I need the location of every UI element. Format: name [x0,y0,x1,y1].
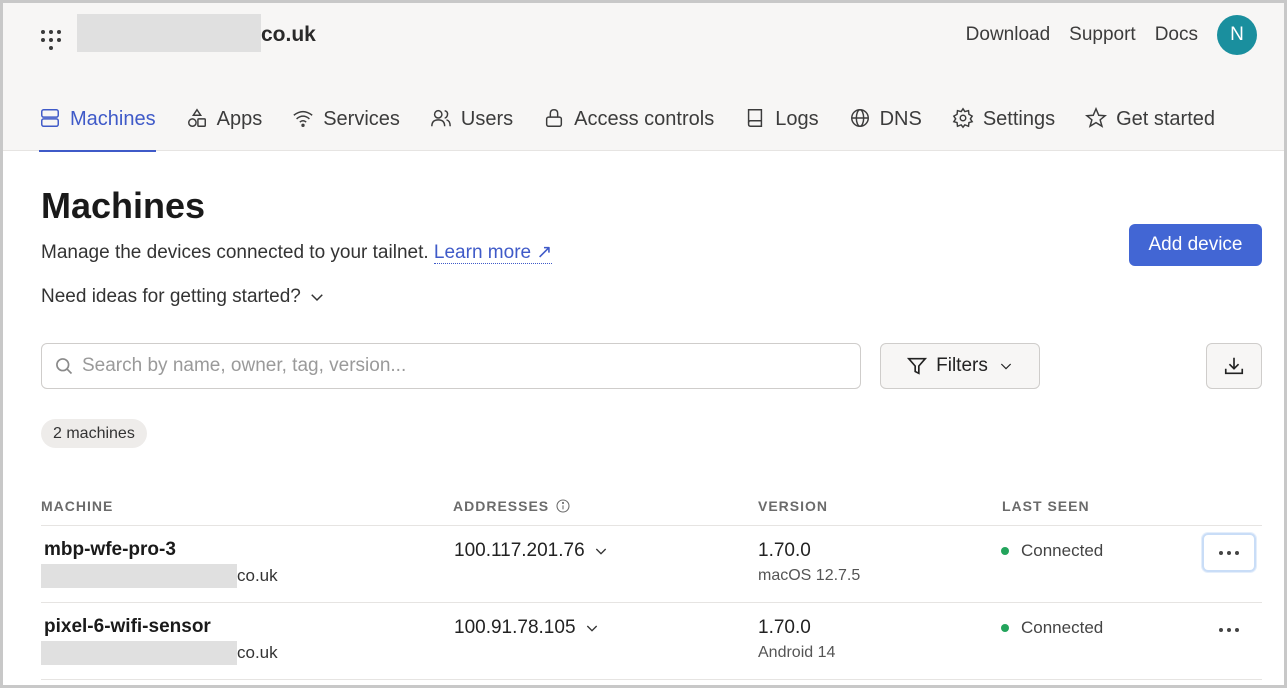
page-subtitle: Manage the devices connected to your tai… [41,241,553,264]
divider [41,679,1262,680]
learn-more-link[interactable]: Learn more ↗ [433,242,553,264]
tab-settings[interactable]: Settings [952,103,1055,151]
tab-label: Services [323,108,400,130]
status-badge: Connected [1001,541,1103,561]
machines-icon [41,109,59,127]
machine-name[interactable]: mbp-wfe-pro-3 [44,539,176,561]
tenant-domain-suffix: co.uk [261,23,316,46]
users-icon [431,109,451,127]
export-button[interactable] [1206,343,1262,389]
table-row[interactable]: mbp-wfe-pro-3 co.uk 100.117.201.76 1.70.… [3,525,1284,602]
tab-label: Get started [1116,108,1216,130]
ideas-toggle[interactable]: Need ideas for getting started? [41,286,326,308]
apps-icon [187,108,206,127]
star-icon [1085,107,1108,128]
table-row[interactable]: pixel-6-wifi-sensor co.uk 100.91.78.105 … [3,602,1284,679]
machine-domain-suffix: co.uk [237,566,278,585]
top-links: Download Support Docs N [947,15,1257,55]
more-options-button[interactable] [1202,610,1256,649]
machine-version: 1.70.0 [758,617,811,638]
machine-count-badge: 2 machines [41,419,147,448]
search-box [41,343,861,389]
tab-label: Users [460,108,514,130]
status-dot [1001,624,1009,632]
filter-icon [907,357,928,375]
tenant-name-redacted [77,14,261,52]
avatar[interactable]: N [1217,15,1257,55]
machine-name[interactable]: pixel-6-wifi-sensor [44,616,211,638]
machine-version: 1.70.0 [758,540,811,561]
tab-machines[interactable]: Machines [39,103,156,152]
search-icon [56,358,73,375]
tab-logs[interactable]: Logs [744,103,819,151]
address-value: 100.91.78.105 [454,617,576,638]
machine-os: Android 14 [758,644,836,661]
filters-label: Filters [936,355,988,376]
tab-dns[interactable]: DNS [849,103,922,151]
support-link[interactable]: Support [1069,24,1136,46]
machine-domain-redacted [41,641,237,665]
subtitle-text: Manage the devices connected to your tai… [41,242,429,263]
chevron-down-icon [595,548,606,555]
download-icon [1224,357,1244,375]
tab-services[interactable]: Services [292,103,400,151]
tab-label: Access controls [574,108,715,130]
filters-button[interactable]: Filters [880,343,1040,389]
gear-icon [952,107,974,129]
tab-access-controls[interactable]: Access controls [543,103,714,151]
add-device-button[interactable]: Add device [1129,224,1262,266]
lock-icon [546,109,563,127]
main-nav-tabs: Machines Apps Services Users Access cont… [39,103,1215,152]
status-dot [1001,547,1009,555]
machine-address[interactable]: 100.91.78.105 [454,617,600,639]
docs-link[interactable]: Docs [1155,24,1198,46]
tab-label: Machines [70,108,156,130]
column-header-last-seen: LAST SEEN [1002,498,1090,514]
address-value: 100.117.201.76 [454,540,585,561]
search-input[interactable] [82,355,842,377]
page-title: Machines [41,185,206,226]
more-options-button[interactable] [1202,533,1256,572]
column-header-machine: MACHINE [41,498,114,514]
chevron-down-icon [586,625,597,632]
column-header-addresses: ADDRESSES [453,498,571,514]
tab-apps[interactable]: Apps [186,103,263,151]
globe-icon [850,109,869,127]
tab-get-started[interactable]: Get started [1085,103,1215,151]
info-icon[interactable] [555,498,571,514]
status-text: Connected [1021,541,1104,560]
tab-label: Apps [216,108,263,130]
chevron-down-icon [1000,363,1011,370]
chevron-down-icon [311,294,323,302]
column-header-label: ADDRESSES [453,498,550,514]
tab-label: DNS [879,108,922,130]
tab-label: Settings [982,108,1056,130]
status-badge: Connected [1001,618,1103,638]
machine-os: macOS 12.7.5 [758,567,861,584]
app-switcher-icon[interactable] [39,28,63,52]
machine-domain-redacted [41,564,237,588]
machine-domain-suffix: co.uk [237,643,278,662]
book-icon [748,109,763,127]
status-text: Connected [1021,618,1104,637]
tab-label: Logs [775,108,819,130]
app-window: co.uk Download Support Docs N Machines A… [0,0,1287,688]
ideas-label: Need ideas for getting started? [41,286,301,307]
wifi-icon [293,110,313,127]
column-header-version: VERSION [758,498,829,514]
top-header: co.uk Download Support Docs N Machines A… [3,3,1284,152]
tab-users[interactable]: Users [430,103,513,151]
download-link[interactable]: Download [966,24,1051,46]
machine-address[interactable]: 100.117.201.76 [454,540,609,562]
